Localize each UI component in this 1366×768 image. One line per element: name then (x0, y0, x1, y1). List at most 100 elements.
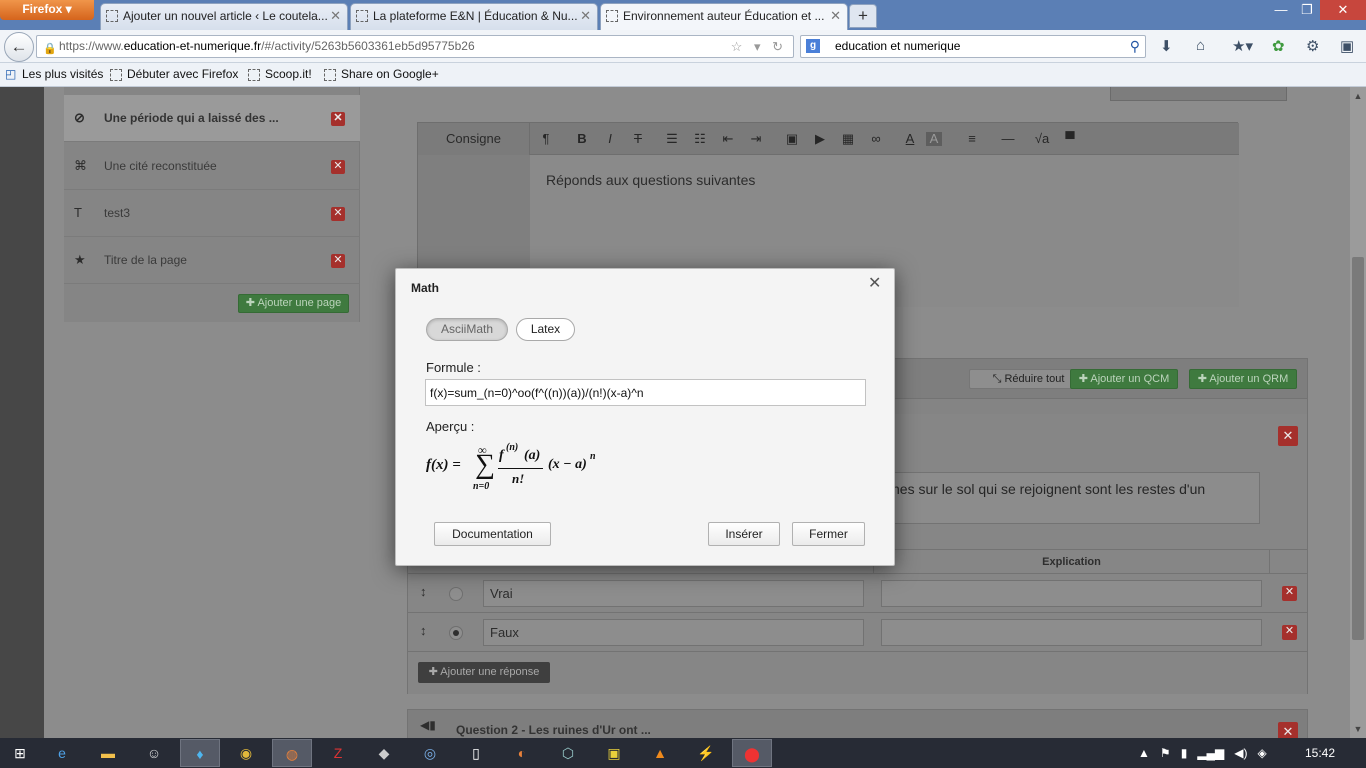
delete-answer-icon[interactable]: ✕ (1282, 625, 1297, 640)
home-icon[interactable]: ⌂ (1196, 37, 1205, 54)
outdent-icon[interactable]: ⇤ (716, 123, 740, 155)
app-icon[interactable]: ◐ (502, 739, 542, 767)
vlc-icon[interactable]: ▲ (640, 739, 680, 767)
addon-icon[interactable]: ✿ (1272, 37, 1285, 55)
dropbox-icon[interactable]: ◈ (1258, 746, 1267, 760)
volume-icon[interactable]: ◀) (1234, 746, 1247, 760)
sidebar-page-item[interactable]: ★ Titre de la page ✕ (64, 237, 360, 284)
table-icon[interactable]: ▦ (836, 123, 860, 155)
drag-handle-icon[interactable]: ↕ (420, 623, 427, 638)
delete-question-icon[interactable]: ✕ (1278, 426, 1298, 446)
app-icon[interactable]: ⬤ (732, 739, 772, 767)
answer-correct-radio[interactable] (449, 626, 463, 640)
image-icon[interactable]: ▣ (780, 123, 804, 155)
answer-text-input[interactable]: Vrai (483, 580, 864, 607)
answer-correct-radio[interactable] (449, 587, 463, 601)
sidebar-page-item[interactable]: ⌘ Une cité reconstituée ✕ (64, 143, 360, 190)
latex-mode-button[interactable]: Latex (516, 318, 575, 341)
delete-icon[interactable]: ✕ (331, 207, 345, 221)
flag-icon[interactable]: ⚑ (1160, 746, 1171, 760)
new-tab-button[interactable]: + (849, 4, 877, 28)
add-answer-button[interactable]: ✚ Ajouter une réponse (418, 662, 550, 683)
extension-icon[interactable]: ⚙ (1306, 37, 1319, 55)
chrome-icon[interactable]: ◉ (226, 739, 266, 767)
twitter-icon[interactable]: ♦ (180, 739, 220, 767)
back-arrow-icon[interactable]: ← (4, 32, 34, 62)
file-explorer-icon[interactable]: ▬ (88, 739, 128, 767)
add-qrm-button[interactable]: ✚ Ajouter un QRM (1189, 369, 1297, 389)
question-2-header[interactable]: ◀▮ Question 2 - Les ruines d'Ur ont ... … (407, 709, 1308, 738)
tray-expand-icon[interactable]: ▲ (1138, 746, 1150, 760)
inkscape-icon[interactable]: ◆ (364, 739, 404, 767)
tab-2[interactable]: La plateforme E&N | Éducation & Nu... ✕ (350, 3, 598, 30)
app-icon[interactable]: ◎ (410, 739, 450, 767)
strikethrough-icon[interactable]: T (626, 123, 650, 155)
menu-icon[interactable]: ▣ (1340, 37, 1354, 55)
tab-3[interactable]: Environnement auteur Éducation et ... ✕ (600, 3, 848, 30)
window-close-icon[interactable]: ✕ (1320, 0, 1366, 20)
scroll-up-icon[interactable]: ▲ (1350, 89, 1366, 103)
bookmarks-menu-icon[interactable]: ★▾ (1232, 37, 1253, 55)
horizontal-rule-icon[interactable]: — (996, 123, 1020, 155)
tab-close-icon[interactable]: ✕ (830, 4, 841, 28)
internet-explorer-icon[interactable]: e (42, 739, 82, 767)
download-icon[interactable]: ⬇ (1160, 37, 1173, 55)
bookmark-share-google[interactable]: Share on Google+ (324, 63, 439, 86)
battery-icon[interactable]: ▮ (1181, 746, 1188, 760)
add-qcm-button[interactable]: ✚ Ajouter un QCM (1070, 369, 1178, 389)
clock[interactable]: 15:42 (1305, 738, 1335, 768)
answer-text-input[interactable]: Faux (483, 619, 864, 646)
virtualbox-icon[interactable]: ⬡ (548, 739, 588, 767)
google-icon[interactable]: g (806, 39, 820, 53)
url-bar[interactable]: 🔒 https://www.education-et-numerique.fr/… (36, 35, 794, 58)
numbered-list-icon[interactable]: ☷ (688, 123, 712, 155)
search-input[interactable]: g education et numerique ⚲ (800, 35, 1146, 58)
math-icon[interactable]: √a (1030, 123, 1054, 155)
align-icon[interactable]: ≡ (960, 123, 984, 155)
tab-close-icon[interactable]: ✕ (580, 4, 591, 28)
network-icon[interactable]: ▂▄▆ (1197, 746, 1224, 760)
scroll-thumb[interactable] (1352, 257, 1364, 640)
sidebar-page-item[interactable]: ⊘ Une période qui a laissé des ... ✕ (64, 95, 360, 142)
firefox-menu-button[interactable]: Firefox ▾ (0, 0, 94, 20)
question-text-input[interactable]: nes sur le sol qui se rejoignent sont le… (883, 472, 1260, 524)
document-icon[interactable]: ▯ (456, 739, 496, 767)
delete-icon[interactable]: ✕ (331, 254, 345, 268)
app-icon[interactable]: ☺ (134, 739, 174, 767)
app-icon[interactable]: ⚡ (686, 739, 726, 767)
indent-icon[interactable]: ⇥ (744, 123, 768, 155)
link-icon[interactable]: ∞ (864, 123, 888, 155)
restore-icon[interactable]: ❐ (1294, 0, 1320, 20)
documentation-button[interactable]: Documentation (434, 522, 551, 546)
background-color-icon[interactable]: A (926, 132, 942, 146)
bold-icon[interactable]: B (570, 123, 594, 155)
delete-question-icon[interactable]: ✕ (1278, 722, 1298, 738)
bookmark-scoopit[interactable]: Scoop.it! (248, 63, 312, 86)
delete-icon[interactable]: ✕ (331, 160, 345, 174)
tab-close-icon[interactable]: ✕ (330, 4, 341, 28)
sequence-button[interactable] (1110, 87, 1287, 101)
answer-explanation-input[interactable] (881, 580, 1262, 607)
answer-explanation-input[interactable] (881, 619, 1262, 646)
page-scrollbar[interactable]: ▲ ▼ (1350, 87, 1366, 738)
font-color-icon[interactable]: A (898, 123, 922, 155)
filezilla-icon[interactable]: Z (318, 739, 358, 767)
close-button[interactable]: Fermer (792, 522, 865, 546)
app-icon[interactable]: ▣ (594, 739, 634, 767)
formula-input[interactable] (425, 379, 866, 406)
scroll-down-icon[interactable]: ▼ (1350, 722, 1366, 736)
paragraph-icon[interactable]: ¶ (534, 123, 558, 155)
delete-icon[interactable]: ✕ (331, 112, 345, 126)
search-icon[interactable]: ⚲ (1130, 36, 1140, 57)
close-icon[interactable]: ✕ (868, 273, 881, 293)
bookmark-getting-started[interactable]: Débuter avec Firefox (110, 63, 238, 86)
video-icon[interactable]: ▶ (808, 123, 832, 155)
comment-icon[interactable]: ▀ (1058, 123, 1082, 155)
firefox-icon[interactable]: ◍ (272, 739, 312, 767)
insert-button[interactable]: Insérer (708, 522, 780, 546)
add-page-button[interactable]: ✚ Ajouter une page (238, 294, 349, 313)
drag-handle-icon[interactable]: ↕ (420, 584, 427, 599)
tab-1[interactable]: Ajouter un nouvel article ‹ Le coutela..… (100, 3, 348, 30)
bookmark-star-icon[interactable]: ☆ ▾ ↻ (731, 36, 787, 57)
bullet-list-icon[interactable]: ☰ (660, 123, 684, 155)
